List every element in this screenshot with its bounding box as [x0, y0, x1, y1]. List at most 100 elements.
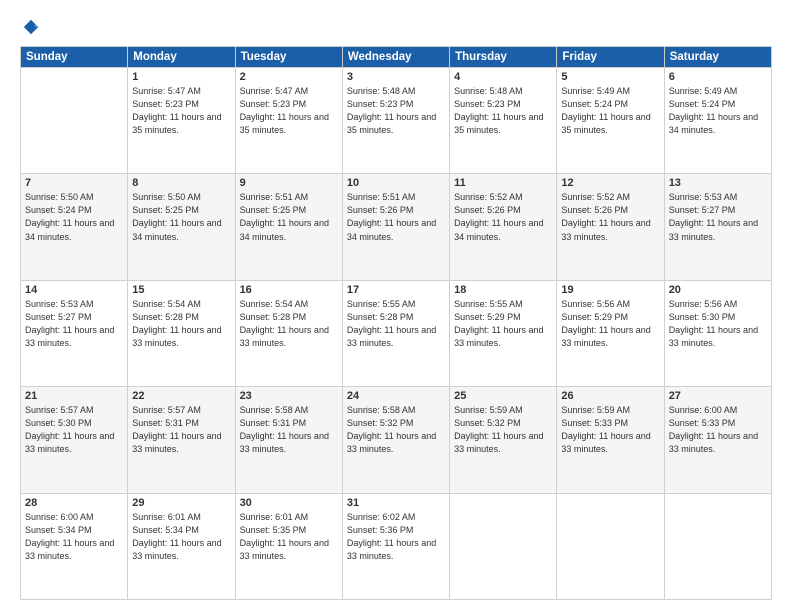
page: Sunday Monday Tuesday Wednesday Thursday…	[0, 0, 792, 612]
day-info: Sunrise: 6:01 AM Sunset: 5:35 PM Dayligh…	[240, 511, 338, 563]
calendar-cell: 4Sunrise: 5:48 AM Sunset: 5:23 PM Daylig…	[450, 68, 557, 174]
day-number: 21	[25, 390, 123, 402]
day-number: 20	[669, 284, 767, 296]
calendar-cell: 25 Sunrise: 5:59 AM Sunset: 5:32 PM Dayli…	[450, 387, 557, 493]
day-info: Sunrise: 5:52 AM Sunset: 5:26 PM Dayligh…	[561, 191, 659, 243]
day-number: 29	[132, 497, 230, 509]
calendar-cell: 9 Sunrise: 5:51 AM Sunset: 5:25 PM Daylig…	[235, 174, 342, 280]
col-friday: Friday	[557, 47, 664, 68]
col-wednesday: Wednesday	[342, 47, 449, 68]
day-number: 23	[240, 390, 338, 402]
day-number: 3	[347, 71, 445, 83]
day-info: Sunrise: 5:51 AM Sunset: 5:25 PM Dayligh…	[240, 191, 338, 243]
calendar-cell: 19 Sunrise: 5:56 AM Sunset: 5:29 PM Dayli…	[557, 280, 664, 386]
day-number: 1	[132, 71, 230, 83]
calendar-cell: 20 Sunrise: 5:56 AM Sunset: 5:30 PM Dayli…	[664, 280, 771, 386]
calendar-cell: 24Sunrise: 5:58 AM Sunset: 5:32 PM Dayli…	[342, 387, 449, 493]
calendar-cell: 2Sunrise: 5:47 AM Sunset: 5:23 PM Daylig…	[235, 68, 342, 174]
day-info: Sunrise: 5:57 AM Sunset: 5:31 PM Dayligh…	[132, 404, 230, 456]
calendar-cell: 17Sunrise: 5:55 AM Sunset: 5:28 PM Dayli…	[342, 280, 449, 386]
logo-icon	[22, 18, 40, 36]
day-info: Sunrise: 5:47 AM Sunset: 5:23 PM Dayligh…	[240, 85, 338, 137]
calendar-week-1: 7 Sunrise: 5:50 AM Sunset: 5:24 PM Daylig…	[21, 174, 772, 280]
col-thursday: Thursday	[450, 47, 557, 68]
day-info: Sunrise: 6:01 AM Sunset: 5:34 PM Dayligh…	[132, 511, 230, 563]
calendar-week-2: 14 Sunrise: 5:53 AM Sunset: 5:27 PM Dayli…	[21, 280, 772, 386]
day-number: 8	[132, 177, 230, 189]
calendar-cell	[557, 493, 664, 599]
calendar-cell: 10 Sunrise: 5:51 AM Sunset: 5:26 PM Dayli…	[342, 174, 449, 280]
day-number: 22	[132, 390, 230, 402]
day-info: Sunrise: 5:53 AM Sunset: 5:27 PM Dayligh…	[25, 298, 123, 350]
day-info: Sunrise: 5:49 AM Sunset: 5:24 PM Dayligh…	[561, 85, 659, 137]
day-info: Sunrise: 5:57 AM Sunset: 5:30 PM Dayligh…	[25, 404, 123, 456]
day-info: Sunrise: 6:02 AM Sunset: 5:36 PM Dayligh…	[347, 511, 445, 563]
calendar-cell: 30 Sunrise: 6:01 AM Sunset: 5:35 PM Dayli…	[235, 493, 342, 599]
day-info: Sunrise: 5:56 AM Sunset: 5:29 PM Dayligh…	[561, 298, 659, 350]
day-number: 17	[347, 284, 445, 296]
day-info: Sunrise: 5:53 AM Sunset: 5:27 PM Dayligh…	[669, 191, 767, 243]
day-number: 30	[240, 497, 338, 509]
calendar-cell: 29 Sunrise: 6:01 AM Sunset: 5:34 PM Dayli…	[128, 493, 235, 599]
day-number: 13	[669, 177, 767, 189]
day-number: 6	[669, 71, 767, 83]
day-number: 10	[347, 177, 445, 189]
calendar-cell: 23 Sunrise: 5:58 AM Sunset: 5:31 PM Dayli…	[235, 387, 342, 493]
header	[20, 18, 772, 36]
day-number: 16	[240, 284, 338, 296]
day-number: 19	[561, 284, 659, 296]
calendar-table: Sunday Monday Tuesday Wednesday Thursday…	[20, 46, 772, 600]
day-number: 25	[454, 390, 552, 402]
day-number: 7	[25, 177, 123, 189]
day-number: 27	[669, 390, 767, 402]
calendar-cell: 21 Sunrise: 5:57 AM Sunset: 5:30 PM Dayli…	[21, 387, 128, 493]
calendar-cell: 14 Sunrise: 5:53 AM Sunset: 5:27 PM Dayli…	[21, 280, 128, 386]
day-info: Sunrise: 5:52 AM Sunset: 5:26 PM Dayligh…	[454, 191, 552, 243]
day-number: 12	[561, 177, 659, 189]
calendar-cell: 12 Sunrise: 5:52 AM Sunset: 5:26 PM Dayli…	[557, 174, 664, 280]
day-number: 9	[240, 177, 338, 189]
day-number: 14	[25, 284, 123, 296]
day-number: 28	[25, 497, 123, 509]
day-info: Sunrise: 5:51 AM Sunset: 5:26 PM Dayligh…	[347, 191, 445, 243]
day-number: 26	[561, 390, 659, 402]
calendar-cell: 5 Sunrise: 5:49 AM Sunset: 5:24 PM Daylig…	[557, 68, 664, 174]
day-info: Sunrise: 5:47 AM Sunset: 5:23 PM Dayligh…	[132, 85, 230, 137]
calendar-cell: 13 Sunrise: 5:53 AM Sunset: 5:27 PM Dayli…	[664, 174, 771, 280]
calendar-cell: 27 Sunrise: 6:00 AM Sunset: 5:33 PM Dayli…	[664, 387, 771, 493]
day-info: Sunrise: 5:49 AM Sunset: 5:24 PM Dayligh…	[669, 85, 767, 137]
day-info: Sunrise: 6:00 AM Sunset: 5:34 PM Dayligh…	[25, 511, 123, 563]
calendar-week-3: 21 Sunrise: 5:57 AM Sunset: 5:30 PM Dayli…	[21, 387, 772, 493]
day-info: Sunrise: 5:50 AM Sunset: 5:25 PM Dayligh…	[132, 191, 230, 243]
calendar-cell	[450, 493, 557, 599]
day-number: 31	[347, 497, 445, 509]
calendar-cell: 31 Sunrise: 6:02 AM Sunset: 5:36 PM Dayli…	[342, 493, 449, 599]
calendar-cell: 18 Sunrise: 5:55 AM Sunset: 5:29 PM Dayli…	[450, 280, 557, 386]
calendar-cell: 7 Sunrise: 5:50 AM Sunset: 5:24 PM Daylig…	[21, 174, 128, 280]
calendar-cell: 11 Sunrise: 5:52 AM Sunset: 5:26 PM Dayli…	[450, 174, 557, 280]
day-info: Sunrise: 5:55 AM Sunset: 5:29 PM Dayligh…	[454, 298, 552, 350]
day-info: Sunrise: 5:59 AM Sunset: 5:32 PM Dayligh…	[454, 404, 552, 456]
calendar-cell: 15 Sunrise: 5:54 AM Sunset: 5:28 PM Dayli…	[128, 280, 235, 386]
day-info: Sunrise: 6:00 AM Sunset: 5:33 PM Dayligh…	[669, 404, 767, 456]
col-tuesday: Tuesday	[235, 47, 342, 68]
calendar-cell: 22 Sunrise: 5:57 AM Sunset: 5:31 PM Dayli…	[128, 387, 235, 493]
day-info: Sunrise: 5:58 AM Sunset: 5:31 PM Dayligh…	[240, 404, 338, 456]
calendar-week-0: 1 Sunrise: 5:47 AM Sunset: 5:23 PM Daylig…	[21, 68, 772, 174]
col-sunday: Sunday	[21, 47, 128, 68]
day-number: 15	[132, 284, 230, 296]
calendar-cell	[21, 68, 128, 174]
day-number: 18	[454, 284, 552, 296]
calendar-cell: 16Sunrise: 5:54 AM Sunset: 5:28 PM Dayli…	[235, 280, 342, 386]
calendar-cell: 3Sunrise: 5:48 AM Sunset: 5:23 PM Daylig…	[342, 68, 449, 174]
day-number: 5	[561, 71, 659, 83]
day-info: Sunrise: 5:50 AM Sunset: 5:24 PM Dayligh…	[25, 191, 123, 243]
header-row: Sunday Monday Tuesday Wednesday Thursday…	[21, 47, 772, 68]
calendar-cell: 6 Sunrise: 5:49 AM Sunset: 5:24 PM Daylig…	[664, 68, 771, 174]
day-info: Sunrise: 5:54 AM Sunset: 5:28 PM Dayligh…	[132, 298, 230, 350]
col-saturday: Saturday	[664, 47, 771, 68]
day-info: Sunrise: 5:56 AM Sunset: 5:30 PM Dayligh…	[669, 298, 767, 350]
day-number: 11	[454, 177, 552, 189]
calendar-cell	[664, 493, 771, 599]
day-info: Sunrise: 5:59 AM Sunset: 5:33 PM Dayligh…	[561, 404, 659, 456]
